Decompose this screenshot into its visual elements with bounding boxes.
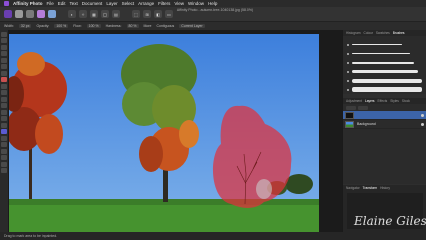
flow-label: Flow: (73, 24, 82, 28)
filter-icon[interactable]: ✧ (79, 10, 87, 18)
zoom-tool-icon[interactable] (1, 161, 7, 167)
freehand-select-icon[interactable] (1, 70, 7, 76)
width-field[interactable]: 32 px (18, 24, 32, 28)
marquee-icon[interactable] (1, 64, 7, 69)
liquify-persona-icon[interactable] (15, 10, 23, 18)
selection-icon[interactable]: ⬚ (132, 10, 140, 18)
status-hint: Drag to mark area to be inpainted. (4, 234, 58, 238)
menu-select[interactable]: Select (122, 1, 135, 6)
menu-layer[interactable]: Layer (106, 1, 117, 6)
tab-histogram[interactable]: Histogram (346, 31, 361, 35)
layer-controls (343, 104, 426, 111)
tab-colour[interactable]: Colour (364, 31, 373, 35)
arrange-icon[interactable]: ▤ (112, 10, 120, 18)
watermark: Elaine Giles (354, 214, 426, 228)
tools-panel (0, 30, 9, 232)
width-label: Width: (4, 24, 14, 28)
flood-fill-icon[interactable] (1, 96, 7, 102)
photo-canvas[interactable] (9, 34, 319, 232)
hardness-field[interactable]: 80 % (126, 24, 139, 28)
brush-preset[interactable] (347, 40, 423, 49)
opacity-label: Opacity: (36, 24, 50, 28)
tone-mapping-persona-icon[interactable] (37, 10, 45, 18)
flow-field[interactable]: 100 % (86, 24, 101, 28)
visibility-icon[interactable] (421, 113, 424, 117)
context-toolbar: Width: 32 px Opacity: 100 % Flow: 100 % … (0, 22, 426, 30)
visibility-icon[interactable] (421, 122, 424, 126)
export-persona-icon[interactable] (48, 10, 56, 18)
menu-filters[interactable]: Filters (158, 1, 170, 6)
canvas-area[interactable] (9, 30, 342, 232)
menu-help[interactable]: Help (208, 1, 217, 6)
menu-text[interactable]: Text (70, 1, 78, 6)
tab-brushes[interactable]: Brushes (393, 31, 405, 35)
brushes-panel (343, 36, 426, 94)
current-layer-select[interactable]: Current Layer (179, 24, 205, 28)
view-tool-icon[interactable] (1, 38, 7, 43)
tab-layers[interactable]: Layers (365, 99, 375, 103)
layer-row-background[interactable]: Background (343, 120, 426, 129)
menu-view[interactable]: View (174, 1, 184, 6)
opacity-slider[interactable] (346, 105, 356, 110)
tab-navigator[interactable]: Navigator (346, 186, 360, 190)
status-bar: Drag to mark area to be inpainted. (0, 232, 426, 240)
photo-persona-icon[interactable] (4, 10, 12, 18)
brush-preset[interactable] (347, 49, 423, 58)
crop-tool-icon[interactable] (1, 44, 7, 50)
paint-brush-icon[interactable] (1, 77, 7, 82)
menu-app-name[interactable]: Affinity Photo (13, 1, 43, 6)
move-tool-icon[interactable] (1, 31, 7, 37)
tab-swatches[interactable]: Swatches (376, 31, 390, 35)
layer-row-pixel[interactable] (343, 111, 426, 120)
shape-icon[interactable] (1, 148, 7, 154)
brush-preset[interactable] (347, 67, 423, 76)
selection-brush-icon[interactable] (1, 51, 7, 56)
menu-bar: Affinity Photo File Edit Text Document L… (0, 0, 426, 7)
menu-window[interactable]: Window (188, 1, 204, 6)
more-button[interactable]: More (144, 24, 152, 28)
flood-select-icon[interactable] (1, 57, 7, 63)
layers-panel: Adjustment Layers Effects Styles Stock B… (343, 98, 426, 184)
brush-preset[interactable] (347, 85, 423, 94)
layer-name: Background (357, 122, 376, 126)
menu-file[interactable]: File (47, 1, 54, 6)
blend-mode-select[interactable] (358, 105, 368, 110)
grid-icon[interactable]: ▦ (90, 10, 98, 18)
nav-panel-tabs: Navigator Transform History (343, 185, 426, 191)
develop-persona-icon[interactable] (26, 10, 34, 18)
document-title: Affinity Photo - autumn-tree-1040138.jpg… (176, 8, 254, 12)
tab-adjustment[interactable]: Adjustment (346, 99, 362, 103)
right-studio-panel: Histogram Colour Swatches Brushes Adjust… (342, 30, 426, 232)
color-swatch-icon[interactable] (1, 168, 7, 173)
brush-preset[interactable] (347, 76, 423, 85)
blemish-icon[interactable] (1, 122, 7, 128)
brush-preset[interactable] (347, 58, 423, 67)
erase-brush-icon[interactable] (1, 90, 7, 95)
clone-icon[interactable] (1, 116, 7, 121)
tab-styles[interactable]: Styles (390, 99, 399, 103)
tab-effects[interactable]: Effects (378, 99, 388, 103)
brush-list (347, 40, 423, 94)
inpainting-brush-icon[interactable] (1, 129, 7, 134)
text-tool-icon[interactable] (1, 155, 7, 160)
tab-stock[interactable]: Stock (402, 99, 410, 103)
layer-thumbnail (345, 111, 354, 119)
layer-thumbnail (345, 120, 354, 128)
pixel-tool-icon[interactable] (1, 83, 7, 89)
dodge-icon[interactable] (1, 109, 7, 115)
apple-icon[interactable] (4, 1, 9, 6)
hardness-label: Hardness: (105, 24, 122, 28)
gradient-icon[interactable] (1, 103, 7, 108)
menu-document[interactable]: Document (82, 1, 103, 6)
tab-transform[interactable]: Transform (363, 186, 377, 190)
menu-arrange[interactable]: Arrange (138, 1, 154, 6)
opacity-field[interactable]: 100 % (54, 24, 69, 28)
red-eye-icon[interactable] (1, 135, 7, 141)
tab-history[interactable]: History (380, 186, 390, 190)
pen-icon[interactable] (1, 142, 7, 147)
menu-edit[interactable]: Edit (58, 1, 66, 6)
mask-icon[interactable]: ◯ (101, 10, 109, 18)
contiguous-checkbox[interactable]: Contiguous (157, 24, 175, 28)
adjust-icon[interactable]: ◐ (68, 10, 76, 18)
